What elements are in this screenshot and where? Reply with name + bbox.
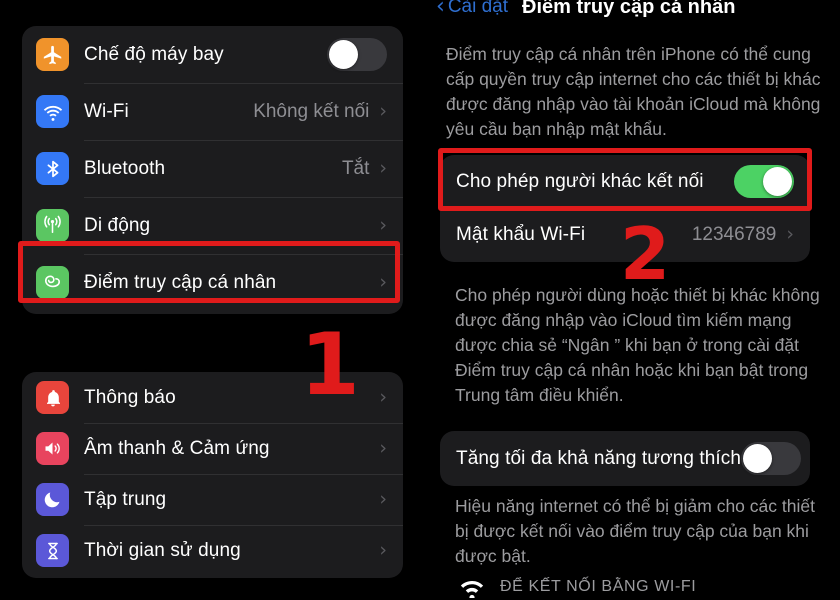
- settings-row-focus[interactable]: Tập trung ›: [22, 474, 403, 525]
- settings-row-maximize-compatibility[interactable]: Tăng tối đa khả năng tương thích: [440, 431, 810, 486]
- personal-hotspot-icon: [36, 266, 69, 299]
- toggle-knob: [743, 444, 773, 473]
- settings-row-bluetooth[interactable]: Bluetooth Tắt ›: [22, 140, 403, 197]
- settings-row-value: Tắt: [341, 157, 370, 179]
- toggle-knob: [329, 40, 358, 69]
- speaker-icon: [36, 432, 69, 465]
- chevron-left-icon: ‹: [436, 0, 445, 19]
- settings-row-cellular[interactable]: Di động ›: [22, 197, 403, 254]
- chevron-right-icon: ›: [379, 539, 387, 561]
- settings-row-label: Thông báo: [84, 386, 176, 408]
- maximize-compatibility-toggle[interactable]: [741, 442, 802, 475]
- compatibility-card: Tăng tối đa khả năng tương thích: [440, 431, 810, 486]
- chevron-right-icon: ›: [379, 386, 387, 408]
- settings-row-label: Chế độ máy bay: [84, 43, 224, 65]
- wifi-icon: [456, 576, 488, 598]
- settings-row-label: Tăng tối đa khả năng tương thích: [456, 447, 742, 469]
- settings-card-connectivity: Chế độ máy bay Wi-Fi Không kết nối › Blu…: [22, 26, 403, 314]
- annotation-number-2: 2: [620, 212, 671, 296]
- chevron-right-icon: ›: [379, 271, 387, 293]
- hotspot-intro-text: Điểm truy cập cá nhân trên iPhone có thể…: [446, 44, 821, 139]
- back-button[interactable]: ‹ Cài đặt: [436, 0, 508, 18]
- wifi-icon: [36, 95, 69, 128]
- page-title: Điểm truy cập cá nhân: [522, 0, 736, 18]
- chevron-right-icon: ›: [379, 214, 387, 236]
- settings-row-label: Bluetooth: [84, 157, 166, 179]
- settings-row-wifi[interactable]: Wi-Fi Không kết nối ›: [22, 83, 403, 140]
- navigation-header: ‹ Cài đặt Điểm truy cập cá nhân: [420, 0, 840, 20]
- settings-row-label: Điểm truy cập cá nhân: [84, 271, 277, 293]
- chevron-right-icon: ›: [379, 100, 387, 122]
- airplane-icon: [36, 38, 69, 71]
- settings-row-label: Âm thanh & Cảm ứng: [84, 437, 270, 459]
- settings-row-label: Thời gian sử dụng: [84, 539, 241, 561]
- wifi-section-header: ĐỂ KẾT NỐI BẰNG WI-FI: [456, 576, 696, 598]
- chevron-right-icon: ›: [379, 488, 387, 510]
- hotspot-footnote: Cho phép người dùng hoặc thiết bị khác k…: [455, 285, 820, 405]
- cellular-antenna-icon: [36, 209, 69, 242]
- allow-others-to-join-toggle[interactable]: [734, 165, 794, 198]
- settings-row-label: Cho phép người khác kết nối: [456, 170, 704, 192]
- hourglass-icon: [36, 534, 69, 567]
- settings-row-label: Tập trung: [84, 488, 167, 510]
- wifi-section-header-label: ĐỂ KẾT NỐI BẰNG WI-FI: [500, 578, 697, 595]
- wifi-password-value: 12346789: [691, 223, 777, 245]
- bell-icon: [36, 381, 69, 414]
- settings-row-value: Không kết nối: [253, 100, 370, 122]
- settings-row-label: Di động: [84, 214, 151, 236]
- toggle-knob: [763, 167, 792, 196]
- bluetooth-icon: [36, 152, 69, 185]
- annotation-number-1: 1: [300, 315, 360, 415]
- airplane-mode-toggle[interactable]: [327, 38, 387, 71]
- settings-row-screen-time[interactable]: Thời gian sử dụng ›: [22, 525, 403, 576]
- back-button-label: Cài đặt: [447, 0, 509, 17]
- compatibility-footnote: Hiệu năng internet có thể bị giảm cho cá…: [455, 496, 815, 566]
- chevron-right-icon: ›: [379, 157, 387, 179]
- phone-settings-screenshot: Chế độ máy bay Wi-Fi Không kết nối › Blu…: [0, 0, 840, 600]
- settings-row-allow-others-to-join[interactable]: Cho phép người khác kết nối: [440, 155, 810, 208]
- settings-row-label: Wi-Fi: [84, 100, 129, 122]
- moon-icon: [36, 483, 69, 516]
- chevron-right-icon: ›: [786, 223, 794, 245]
- settings-row-personal-hotspot[interactable]: Điểm truy cập cá nhân ›: [22, 254, 403, 311]
- settings-row-label: Mật khẩu Wi-Fi: [456, 223, 586, 245]
- settings-row-airplane-mode[interactable]: Chế độ máy bay: [22, 26, 403, 83]
- chevron-right-icon: ›: [379, 437, 387, 459]
- settings-row-sounds-haptics[interactable]: Âm thanh & Cảm ứng ›: [22, 423, 403, 474]
